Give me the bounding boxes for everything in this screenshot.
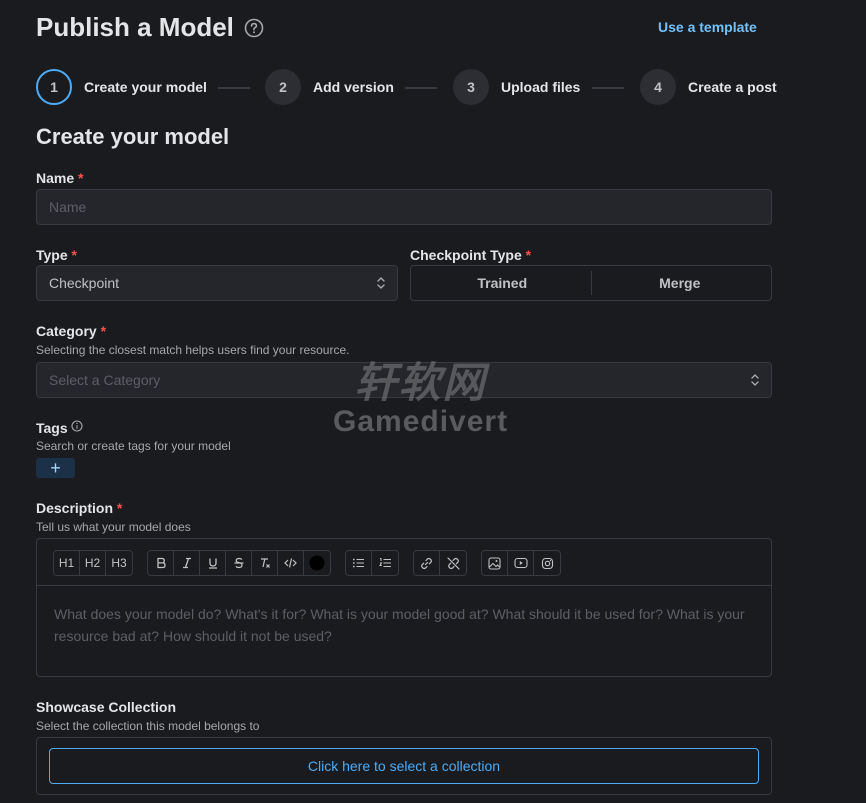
help-circle-icon[interactable] (244, 18, 264, 38)
insert-youtube-button[interactable] (508, 551, 534, 575)
code-button[interactable] (278, 551, 304, 575)
step-connector (218, 87, 250, 89)
required-marker: * (71, 247, 77, 263)
step-1-indicator[interactable]: 1 (36, 69, 72, 105)
section-title: Create your model (36, 124, 230, 149)
name-label: Name * (36, 170, 83, 186)
color-swatch-icon (309, 555, 325, 571)
description-label: Description * (36, 500, 122, 516)
bold-icon (156, 557, 166, 569)
underline-icon (208, 558, 217, 569)
link-icon (421, 557, 432, 569)
youtube-icon (513, 557, 528, 569)
insert-image-button[interactable] (482, 551, 508, 575)
description-label-text: Description (36, 500, 114, 516)
ordered-list-button[interactable] (372, 551, 398, 575)
add-tag-button[interactable]: + (36, 458, 75, 478)
name-label-text: Name (36, 170, 75, 186)
unlink-button[interactable] (440, 551, 466, 575)
link-controls (413, 550, 467, 576)
tags-description: Search or create tags for your model (36, 439, 231, 453)
insert-instagram-button[interactable] (534, 551, 560, 575)
checkpoint-type-segmented-control: Trained Merge (410, 265, 772, 301)
use-template-link[interactable]: Use a template (658, 19, 757, 35)
media-controls (481, 550, 561, 576)
category-label-text: Category (36, 323, 97, 339)
step-1-label[interactable]: Create your model (84, 79, 207, 95)
watermark: 轩软网 Gamedivert (333, 360, 508, 438)
segment-trained[interactable]: Trained (414, 269, 591, 297)
bold-button[interactable] (148, 551, 174, 575)
showcase-collection-container: Click here to select a collection (36, 737, 772, 795)
description-rich-text-editor: H1 H2 H3 What does your model do? What's… (36, 538, 772, 677)
clear-formatting-button[interactable] (252, 551, 278, 575)
required-marker: * (525, 247, 532, 263)
heading-3-label: H3 (111, 556, 127, 570)
image-icon (488, 556, 501, 570)
ordered-list-icon (378, 558, 391, 567)
checkpoint-type-label-text: Checkpoint Type (410, 247, 522, 263)
checkpoint-type-label: Checkpoint Type * (410, 247, 531, 263)
step-connector (592, 87, 624, 89)
heading-controls: H1 H2 H3 (53, 550, 133, 576)
format-controls (147, 550, 331, 576)
chevron-up-down-icon (751, 374, 759, 386)
page-title: Publish a Model (36, 12, 234, 42)
step-3-indicator[interactable]: 3 (453, 69, 489, 105)
showcase-collection-description: Select the collection this model belongs… (36, 719, 260, 733)
plus-icon: + (50, 458, 61, 478)
type-label: Type * (36, 247, 77, 263)
italic-button[interactable] (174, 551, 200, 575)
heading-1-label: H1 (58, 556, 75, 570)
code-icon (284, 558, 297, 568)
clear-formatting-icon (260, 558, 270, 568)
strikethrough-icon (234, 557, 243, 569)
category-label: Category * (36, 323, 106, 339)
chevron-up-down-icon (377, 277, 385, 289)
type-select-value: Checkpoint (49, 275, 120, 291)
instagram-icon (541, 557, 553, 569)
category-placeholder: Select a Category (49, 372, 161, 388)
required-marker: * (116, 500, 123, 516)
select-collection-button[interactable]: Click here to select a collection (49, 748, 759, 784)
required-marker: * (100, 323, 107, 339)
heading-3-button[interactable]: H3 (106, 551, 132, 575)
underline-button[interactable] (200, 551, 226, 575)
italic-icon (182, 557, 191, 569)
segment-merge[interactable]: Merge (592, 269, 769, 297)
showcase-collection-label: Showcase Collection (36, 699, 177, 715)
category-description: Selecting the closest match helps users … (36, 343, 350, 357)
list-controls (345, 550, 399, 576)
type-select[interactable]: Checkpoint (36, 265, 398, 301)
name-placeholder: Name (49, 199, 87, 215)
step-3-label[interactable]: Upload files (501, 79, 580, 95)
step-2-label[interactable]: Add version (313, 79, 394, 95)
strikethrough-button[interactable] (226, 551, 252, 575)
required-marker: * (78, 170, 84, 186)
bullet-list-button[interactable] (346, 551, 372, 575)
link-button[interactable] (414, 551, 440, 575)
info-icon[interactable] (71, 420, 83, 432)
tags-label: Tags (36, 420, 68, 436)
name-input[interactable]: Name (36, 189, 772, 225)
step-4-indicator[interactable]: 4 (640, 69, 676, 105)
editor-toolbar: H1 H2 H3 (37, 539, 771, 586)
description-editor-placeholder[interactable]: What does your model do? What's it for? … (54, 603, 764, 647)
step-connector (405, 87, 437, 89)
step-4-label[interactable]: Create a post (688, 79, 777, 95)
watermark-cn: 轩软网 (354, 359, 487, 406)
heading-1-button[interactable]: H1 (54, 551, 80, 575)
type-label-text: Type (36, 247, 68, 263)
heading-2-label: H2 (84, 556, 101, 570)
unlink-icon (446, 556, 460, 570)
step-2-indicator[interactable]: 2 (265, 69, 301, 105)
bullet-list-icon (352, 558, 364, 568)
heading-2-button[interactable]: H2 (80, 551, 106, 575)
description-help-text: Tell us what your model does (36, 520, 191, 534)
watermark-en: Gamedivert (333, 405, 509, 438)
text-color-button[interactable] (304, 551, 330, 575)
